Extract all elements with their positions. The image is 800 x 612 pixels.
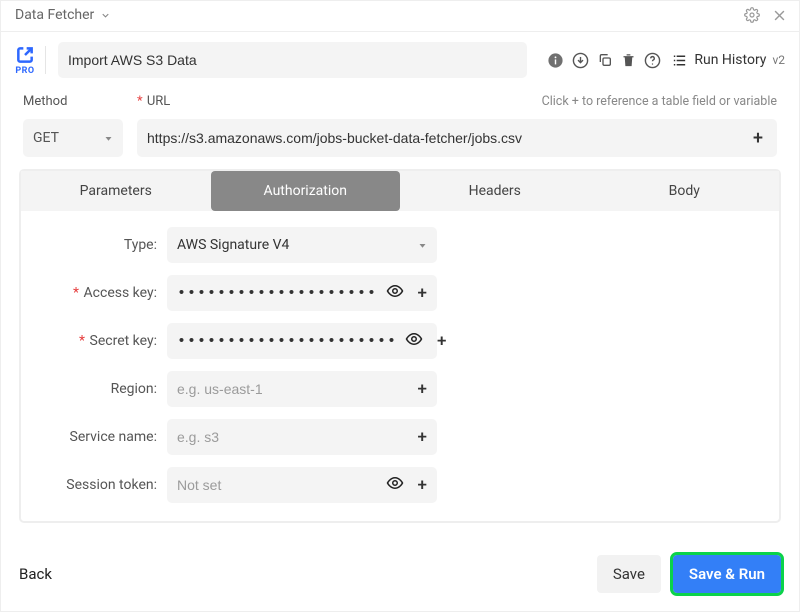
plus-icon[interactable]: + [749, 128, 767, 149]
eye-icon[interactable] [405, 330, 423, 352]
help-icon[interactable] [644, 52, 661, 69]
app-title: Data Fetcher [15, 7, 94, 23]
request-name-input[interactable] [58, 42, 527, 78]
titlebar: Data Fetcher [1, 1, 799, 32]
method-select[interactable]: GET [23, 119, 123, 157]
info-icon[interactable] [547, 52, 564, 69]
request-tabs: Parameters Authorization Headers Body [21, 171, 779, 211]
plus-icon[interactable]: + [431, 331, 446, 351]
service-name-label: Service name: [37, 429, 157, 445]
chevron-down-icon [418, 241, 427, 250]
auth-type-label: Type: [37, 237, 157, 253]
list-icon [671, 52, 688, 69]
tab-headers[interactable]: Headers [400, 171, 590, 211]
session-token-label: Session token: [37, 477, 157, 493]
chevron-down-icon [100, 10, 111, 21]
service-name-input[interactable]: + [167, 419, 437, 455]
access-key-input[interactable]: •••••••••••••••••••• + [167, 275, 437, 311]
url-label: URL [137, 94, 170, 109]
tab-parameters[interactable]: Parameters [21, 171, 211, 211]
save-button[interactable]: Save [597, 555, 661, 593]
footer: Back Save Save & Run [1, 543, 799, 611]
version-label: v2 [772, 53, 785, 67]
plus-icon[interactable]: + [412, 475, 427, 495]
plus-icon[interactable]: + [412, 379, 427, 399]
secret-key-input[interactable]: •••••••••••••••••••••• + [167, 323, 437, 359]
tab-body[interactable]: Body [590, 171, 780, 211]
close-icon[interactable] [772, 8, 787, 23]
copy-icon[interactable] [597, 52, 613, 68]
auth-type-select[interactable]: AWS Signature V4 [167, 227, 437, 263]
url-input[interactable]: + [137, 119, 777, 157]
toolbar-actions [547, 52, 661, 69]
region-label: Region: [37, 381, 157, 397]
plus-icon[interactable]: + [412, 283, 427, 303]
run-history-button[interactable]: Run History v2 [671, 52, 785, 69]
access-key-label: Access key: [37, 285, 157, 301]
authorization-form: Type: AWS Signature V4 Access key: •••••… [21, 211, 779, 521]
eye-icon[interactable] [386, 474, 404, 496]
back-button[interactable]: Back [19, 565, 52, 583]
session-token-input[interactable]: + [167, 467, 437, 503]
pro-badge[interactable]: PRO [15, 45, 35, 76]
toolbar: PRO Run History v2 [1, 32, 799, 88]
chevron-down-icon [104, 134, 113, 143]
tab-authorization[interactable]: Authorization [211, 171, 401, 211]
region-input[interactable]: + [167, 371, 437, 407]
gear-icon[interactable] [744, 7, 760, 23]
trash-icon[interactable] [621, 53, 636, 68]
url-hint: Click + to reference a table field or va… [542, 94, 777, 109]
app-title-dropdown[interactable]: Data Fetcher [15, 7, 111, 23]
download-icon[interactable] [572, 52, 589, 69]
save-and-run-button[interactable]: Save & Run [673, 555, 781, 593]
plus-icon[interactable]: + [412, 427, 427, 447]
external-link-icon [15, 45, 35, 65]
secret-key-label: Secret key: [37, 333, 157, 349]
eye-icon[interactable] [386, 282, 404, 304]
method-label: Method [23, 94, 123, 109]
divider [45, 46, 46, 74]
